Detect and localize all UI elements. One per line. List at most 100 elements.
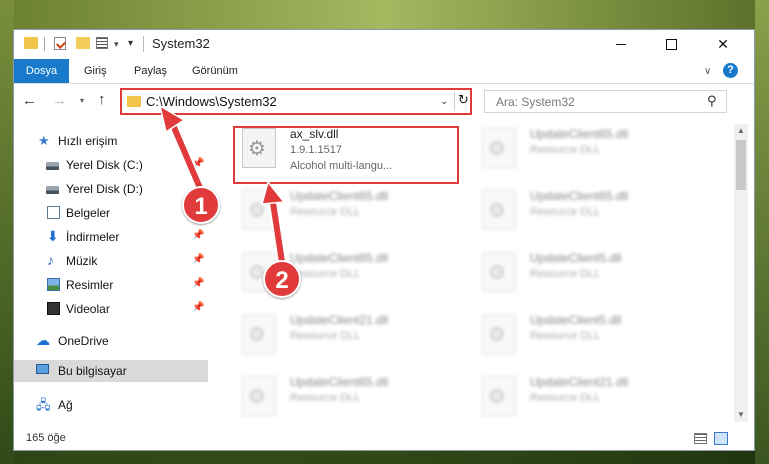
scroll-thumb[interactable] <box>736 140 746 190</box>
close-button[interactable]: ✕ <box>700 30 746 58</box>
tab-home[interactable]: Giriş <box>84 59 107 83</box>
pin-icon[interactable]: 📌 <box>192 302 204 313</box>
sidebar-item-pictures[interactable]: Resimler 📌 <box>14 274 208 296</box>
sidebar-item-label: İndirmeler <box>66 230 120 244</box>
file-tile[interactable]: UpdateClient21.dll Resource DLL <box>234 308 464 366</box>
dll-file-icon <box>242 314 276 354</box>
desktop-background-left <box>0 0 14 464</box>
vertical-scrollbar[interactable]: ▲ ▼ <box>734 124 748 422</box>
pin-icon[interactable]: 📌 <box>192 158 204 169</box>
recent-locations-icon[interactable]: ▾ <box>80 96 84 105</box>
file-name: UpdateClient5.dll <box>530 313 622 327</box>
properties-icon[interactable] <box>54 37 66 50</box>
desktop-background-right <box>755 0 769 464</box>
sidebar-item-videos[interactable]: Videolar 📌 <box>14 298 208 320</box>
sidebar-item-local-disk-d[interactable]: Yerel Disk (D:) <box>14 178 208 200</box>
dll-file-icon <box>482 376 516 416</box>
address-bar[interactable]: C:\Windows\System32 ⌄ ↻ <box>120 88 472 115</box>
sidebar-item-this-pc[interactable]: Bu bilgisayar <box>14 360 208 382</box>
file-type: Resource DLL <box>530 392 601 404</box>
file-tile[interactable]: UpdateClient65.dll Resource DLL <box>234 370 464 418</box>
tab-file[interactable]: Dosya <box>14 59 69 83</box>
sidebar-item-local-disk-c[interactable]: Yerel Disk (C:) 📌 <box>14 154 208 176</box>
new-folder-icon[interactable] <box>76 37 90 49</box>
folder-icon <box>24 37 38 49</box>
sidebar-item-onedrive[interactable]: ☁ OneDrive <box>14 330 208 352</box>
music-icon: ♪ <box>47 252 54 268</box>
view-dropdown-icon[interactable]: ▾ <box>114 39 119 50</box>
sidebar-item-label: Müzik <box>66 254 98 268</box>
tab-share[interactable]: Paylaş <box>134 59 167 83</box>
chevron-down-icon[interactable]: ⌄ <box>440 96 448 107</box>
refresh-icon[interactable]: ↻ <box>458 92 469 108</box>
folder-icon <box>127 96 141 107</box>
sidebar-item-label: OneDrive <box>58 334 109 348</box>
pin-icon[interactable]: 📌 <box>192 278 204 289</box>
help-icon[interactable]: ? <box>723 63 738 78</box>
minimize-icon <box>616 43 626 45</box>
forward-arrow-icon[interactable]: → <box>52 92 67 109</box>
sidebar-item-label: Videolar <box>66 302 110 316</box>
sidebar-item-music[interactable]: ♪ Müzik 📌 <box>14 250 208 272</box>
desktop-background-top <box>0 0 769 29</box>
dll-file-icon <box>482 128 516 168</box>
dll-file-icon <box>482 190 516 230</box>
file-type: Resource DLL <box>530 144 601 156</box>
file-tile[interactable]: UpdateClient65.dll Resource DLL <box>474 184 704 242</box>
network-icon: 🖧 <box>36 397 51 412</box>
sidebar-item-label: Yerel Disk (D:) <box>66 182 143 196</box>
file-tile[interactable]: UpdateClient5.dll Resource DLL <box>474 246 704 304</box>
file-tile[interactable]: UpdateClient21.dll Resource DLL <box>474 370 704 418</box>
search-box[interactable]: Ara: System32 ⚲ <box>484 90 727 113</box>
drive-icon <box>46 162 59 170</box>
maximize-button[interactable] <box>648 30 694 58</box>
back-arrow-icon[interactable]: ← <box>22 92 37 109</box>
file-type: Resource DLL <box>290 206 361 218</box>
download-icon: ⬇ <box>47 228 59 244</box>
details-view-icon[interactable] <box>694 433 707 444</box>
file-name: UpdateClient21.dll <box>530 375 629 389</box>
view-options-icon[interactable] <box>96 37 108 49</box>
status-bar: 165 öğe <box>14 428 754 450</box>
expand-ribbon-icon[interactable]: ∨ <box>704 66 711 77</box>
file-tile[interactable]: UpdateClient65.dll Resource DLL <box>474 122 704 180</box>
sidebar-item-downloads[interactable]: ⬇ İndirmeler 📌 <box>14 226 208 248</box>
sidebar-item-documents[interactable]: Belgeler <box>14 202 208 224</box>
pin-icon[interactable]: 📌 <box>192 254 204 265</box>
customize-toolbar-icon[interactable]: ▾ <box>128 38 133 49</box>
sidebar-item-label: Hızlı erişim <box>58 134 118 148</box>
sidebar-item-label: Belgeler <box>66 206 111 220</box>
file-name: UpdateClient65.dll <box>530 127 629 141</box>
search-icon[interactable]: ⚲ <box>707 93 717 109</box>
pictures-icon <box>47 278 60 291</box>
sidebar-item-network[interactable]: 🖧 Ağ <box>14 394 208 416</box>
ribbon-tabs: Dosya Giriş Paylaş Görünüm ∨ ? <box>14 59 754 84</box>
file-name: UpdateClient21.dll <box>290 313 389 327</box>
computer-icon <box>36 364 49 374</box>
file-type: Resource DLL <box>530 330 601 342</box>
file-tile[interactable]: UpdateClient5.dll Resource DLL <box>474 308 704 366</box>
quick-access-separator <box>44 37 45 51</box>
file-type: Resource DLL <box>290 392 361 404</box>
search-placeholder: Ara: System32 <box>496 95 575 109</box>
file-tile[interactable]: UpdateClient65.dll Resource DLL <box>234 184 464 242</box>
file-name: UpdateClient65.dll <box>290 375 389 389</box>
address-separator <box>454 92 455 111</box>
dll-file-icon <box>242 190 276 230</box>
item-count: 165 öğe <box>26 432 66 444</box>
up-arrow-icon[interactable]: ↑ <box>98 91 106 108</box>
video-icon <box>47 302 60 315</box>
scroll-down-icon[interactable]: ▼ <box>737 410 745 419</box>
sidebar-item-quick-access[interactable]: ★ Hızlı erişim <box>14 130 208 152</box>
minimize-button[interactable] <box>598 30 644 58</box>
file-name: UpdateClient65.dll <box>290 251 389 265</box>
scroll-up-icon[interactable]: ▲ <box>737 126 745 135</box>
pin-icon[interactable]: 📌 <box>192 230 204 241</box>
dll-file-icon <box>482 314 516 354</box>
tiles-view-icon[interactable] <box>714 432 728 445</box>
file-highlight-box <box>233 126 459 184</box>
document-icon <box>47 206 60 219</box>
tab-view[interactable]: Görünüm <box>192 59 238 83</box>
sidebar-item-label: Resimler <box>66 278 114 292</box>
address-path[interactable]: C:\Windows\System32 <box>146 94 277 109</box>
